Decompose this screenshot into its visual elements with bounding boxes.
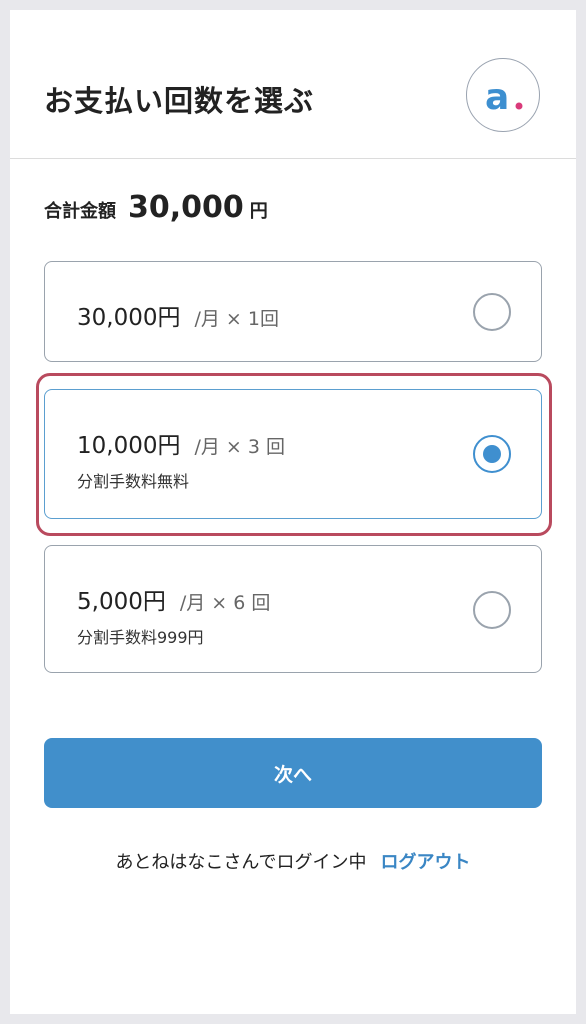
installment-option-6[interactable]: 5,000円/月 × 6 回 分割手数料999円 bbox=[44, 545, 542, 673]
payment-panel: お支払い回数を選ぶ a 合計金額 30,000 円 30,000円/月 × 1回… bbox=[10, 10, 576, 1014]
option-price: 10,000円 bbox=[77, 433, 181, 459]
installment-option-1[interactable]: 30,000円/月 × 1回 bbox=[44, 261, 542, 362]
brand-logo-icon: a bbox=[466, 58, 540, 132]
option-per-month: /月 × 6 回 bbox=[179, 592, 271, 614]
header: お支払い回数を選ぶ a bbox=[10, 10, 576, 159]
next-button[interactable]: 次へ bbox=[44, 738, 542, 808]
installment-option-3[interactable]: 10,000円/月 × 3 回 分割手数料無料 bbox=[44, 389, 542, 519]
login-status-text: あとねはなこさんでログイン中 bbox=[115, 852, 367, 873]
option-price-row: 10,000円/月 × 3 回 bbox=[77, 426, 285, 460]
page-title: お支払い回数を選ぶ bbox=[44, 84, 315, 118]
option-radio-selected[interactable] bbox=[473, 435, 511, 473]
option-per-month: /月 × 1回 bbox=[194, 308, 279, 330]
logout-link[interactable]: ログアウト bbox=[381, 852, 471, 873]
logo-letter: a bbox=[485, 77, 509, 118]
total-label: 合計金額 bbox=[44, 201, 116, 222]
option-price-row: 5,000円/月 × 6 回 bbox=[77, 582, 270, 616]
total-amount-row: 合計金額 30,000 円 bbox=[44, 190, 268, 234]
option-radio[interactable] bbox=[473, 591, 511, 629]
login-status: あとねはなこさんでログイン中 ログアウト bbox=[10, 848, 576, 874]
option-per-month: /月 × 3 回 bbox=[194, 436, 286, 458]
radio-dot bbox=[483, 445, 501, 463]
option-fee-note: 分割手数料無料 bbox=[77, 472, 190, 491]
option-price: 5,000円 bbox=[77, 589, 166, 615]
total-amount: 30,000 bbox=[128, 190, 244, 225]
option-fee-note: 分割手数料999円 bbox=[77, 628, 204, 647]
option-price: 30,000円 bbox=[77, 305, 181, 331]
total-unit: 円 bbox=[249, 201, 268, 222]
option-radio[interactable] bbox=[473, 293, 511, 331]
option-price-row: 30,000円/月 × 1回 bbox=[77, 298, 279, 332]
